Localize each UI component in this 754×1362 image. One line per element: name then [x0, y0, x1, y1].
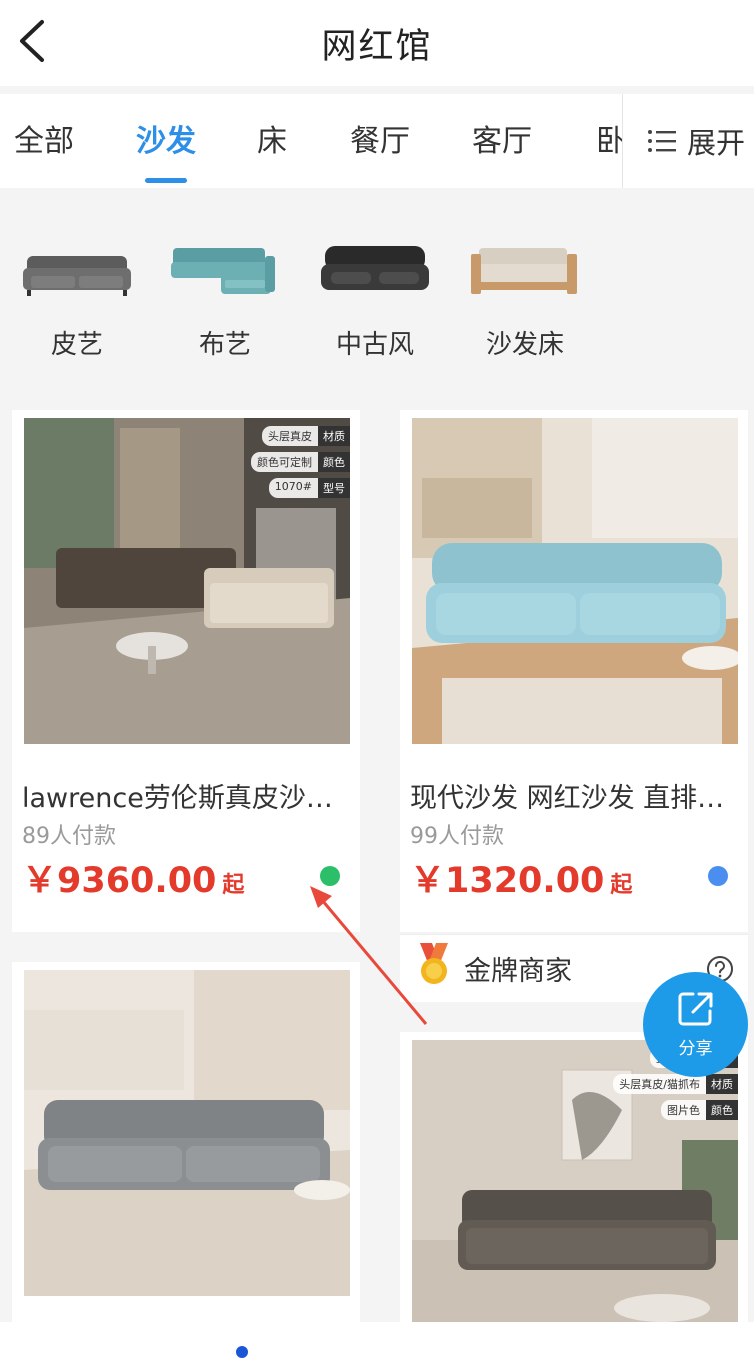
- sofa-bed-icon: [471, 248, 577, 294]
- leather-sofa-icon: [23, 256, 131, 296]
- share-label: 分享: [678, 1039, 713, 1059]
- bottom-bar: [0, 1322, 754, 1362]
- product-title[interactable]: lawrence劳伦斯真皮沙…: [22, 776, 348, 815]
- subcategory-row: 皮艺 布艺 中古风 沙发床: [0, 188, 754, 398]
- tab-sofa[interactable]: 沙发: [136, 116, 196, 160]
- gray-sofa-photo: [24, 970, 350, 1296]
- share-button[interactable]: 分享: [643, 972, 748, 1077]
- divider: [0, 86, 754, 94]
- merchant-label: 金牌商家: [464, 956, 572, 987]
- status-dot: [708, 866, 728, 886]
- expand-button[interactable]: 展开: [622, 94, 754, 188]
- share-icon: [678, 992, 713, 1026]
- subcategory-vintage[interactable]: 中古风: [310, 236, 440, 361]
- expand-label: 展开: [687, 126, 746, 160]
- product-sales: 99人付款: [410, 824, 504, 849]
- product-sales: 89人付款: [22, 824, 116, 849]
- product-image[interactable]: 头层真皮 材质 颜色可定制 颜色 1070# 型号: [24, 418, 350, 744]
- product-price: ￥9360.00 起: [22, 861, 245, 901]
- spec-badge: 头层真皮/猫抓布 材质: [613, 1074, 738, 1094]
- status-dot: [320, 866, 340, 886]
- spec-badges: 头层真皮 材质 颜色可定制 颜色 1070# 型号: [251, 426, 350, 504]
- subcategory-leather[interactable]: 皮艺: [12, 236, 142, 361]
- product-image[interactable]: [412, 418, 738, 744]
- tab-bed[interactable]: 床: [257, 116, 287, 160]
- back-arrow-icon[interactable]: [14, 18, 54, 64]
- product-image[interactable]: 直排沙发型号 头层真皮/猫抓布材质 图片色颜色: [412, 1040, 738, 1322]
- tab-all[interactable]: 全部: [14, 116, 74, 160]
- spec-badge: 图片色 颜色: [613, 1100, 738, 1120]
- page-title: 网红馆: [321, 26, 433, 67]
- gold-medal-icon: [420, 943, 448, 984]
- page-indicator-dot: [236, 1346, 248, 1358]
- subcategory-fabric[interactable]: 布艺: [160, 236, 290, 361]
- product-card[interactable]: [12, 962, 360, 1322]
- blue-sofa-photo: [412, 418, 738, 744]
- list-icon: [648, 130, 676, 152]
- product-card[interactable]: 现代沙发 网红沙发 直排… 99人付款 ￥1320.00 起: [400, 410, 748, 932]
- product-price: ￥1320.00 起: [410, 861, 633, 901]
- fabric-sofa-icon: [171, 248, 275, 294]
- active-tab-indicator: [145, 178, 187, 183]
- product-title[interactable]: 现代沙发 网红沙发 直排…: [410, 776, 736, 815]
- tab-dining[interactable]: 餐厅: [350, 116, 410, 160]
- spec-badge: 头层真皮 材质: [251, 426, 350, 446]
- subcategory-label: 皮艺: [50, 330, 103, 360]
- tab-living[interactable]: 客厅: [472, 116, 532, 160]
- header: 网红馆: [0, 0, 754, 86]
- subcategory-label: 沙发床: [485, 330, 564, 360]
- product-image[interactable]: [24, 970, 350, 1296]
- subcategory-label: 布艺: [198, 330, 251, 360]
- subcategory-label: 中古风: [335, 330, 414, 360]
- subcategory-sofa-bed[interactable]: 沙发床: [460, 236, 590, 361]
- spec-badge: 颜色可定制 颜色: [251, 452, 350, 472]
- category-tabs: 全部 沙发 床 餐厅 客厅 卧 展开: [0, 94, 754, 188]
- spec-badge: 1070# 型号: [251, 478, 350, 498]
- product-card[interactable]: 头层真皮 材质 颜色可定制 颜色 1070# 型号 lawrence劳伦斯真皮沙… 8…: [12, 410, 360, 932]
- vintage-sofa-icon: [321, 246, 429, 290]
